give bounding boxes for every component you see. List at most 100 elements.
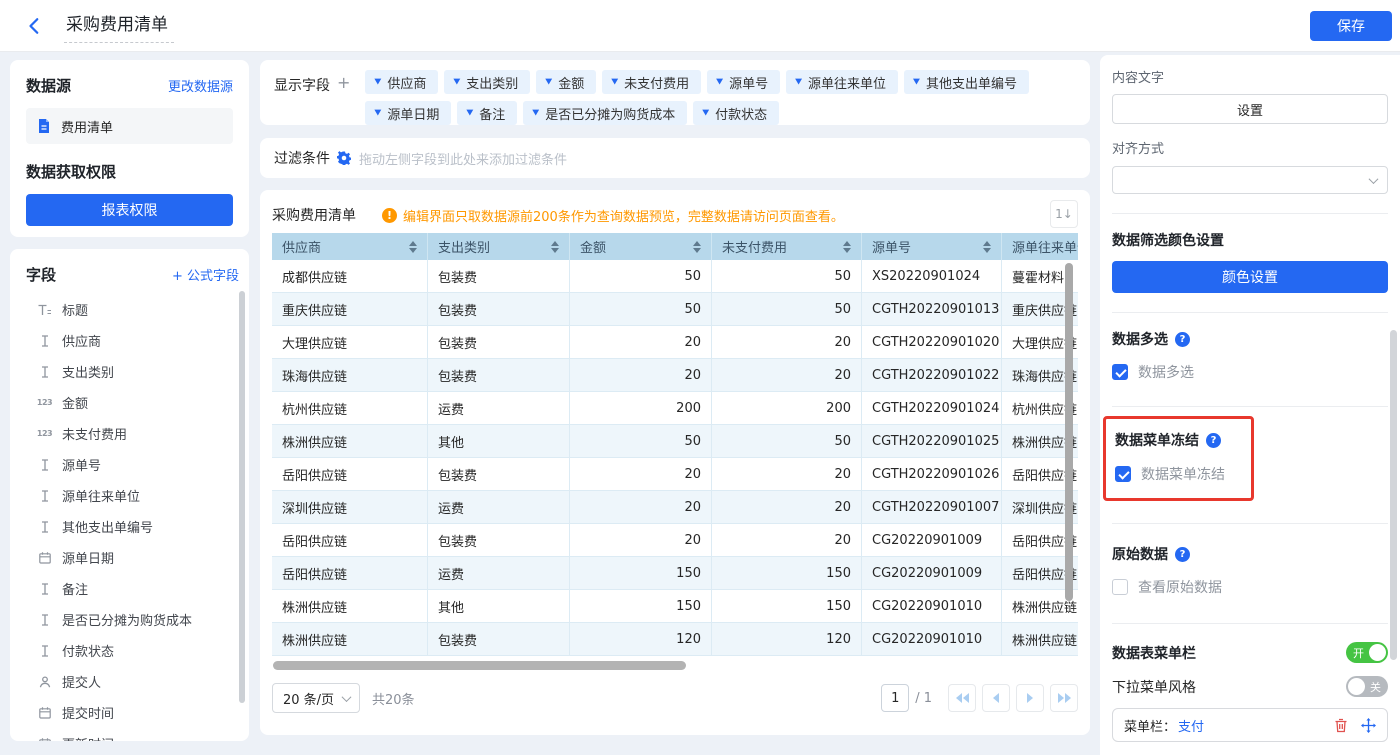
field-item[interactable]: 其他支出单编号 xyxy=(26,511,239,542)
help-icon[interactable]: ? xyxy=(1175,546,1190,562)
caret-down-icon: ▼ xyxy=(611,77,619,87)
table-row[interactable]: 株洲供应链 其他 50 50 CGTH20220901025 株洲供应链 xyxy=(272,425,1078,458)
field-item[interactable]: 更新时间 xyxy=(26,728,239,741)
gear-icon[interactable] xyxy=(337,151,351,165)
menu-bar-toggle[interactable]: 开 xyxy=(1346,642,1388,663)
save-button[interactable]: 保存 xyxy=(1310,10,1392,41)
display-field-chip[interactable]: ▼ 金额 xyxy=(536,70,597,94)
table-row[interactable]: 成都供应链 包装费 50 50 XS20220901024 蔓霍材料 xyxy=(272,260,1078,293)
column-header[interactable]: 供应商 xyxy=(272,233,428,260)
sort-arrows-icon[interactable] xyxy=(975,240,991,253)
field-item[interactable]: 备注 xyxy=(26,573,239,604)
field-item[interactable]: 源单日期 xyxy=(26,542,239,573)
divider xyxy=(1112,623,1388,624)
prev-page-button[interactable] xyxy=(982,684,1010,712)
change-datasource-link[interactable]: 更改数据源 xyxy=(168,76,233,95)
back-icon[interactable] xyxy=(26,17,44,35)
display-field-chip[interactable]: ▼ 是否已分摊为购货成本 xyxy=(523,101,688,125)
menu-freeze-checkbox[interactable] xyxy=(1115,466,1131,482)
help-icon[interactable]: ? xyxy=(1206,432,1221,448)
fields-scrollbar-thumb[interactable] xyxy=(239,291,245,703)
table-cell: CG20220901010 xyxy=(862,590,1002,622)
next-page-button[interactable] xyxy=(1016,684,1044,712)
field-item[interactable]: 源单号 xyxy=(26,449,239,480)
table-horizontal-scrollbar-thumb[interactable] xyxy=(273,661,686,670)
field-item[interactable]: 提交时间 xyxy=(26,697,239,728)
datasource-item[interactable]: 费用清单 xyxy=(26,108,233,144)
field-item[interactable]: 源单往来单位 xyxy=(26,480,239,511)
display-field-chip[interactable]: ▼ 备注 xyxy=(457,101,518,125)
field-item[interactable]: 付款状态 xyxy=(26,635,239,666)
field-item[interactable]: 是否已分摊为购货成本 xyxy=(26,604,239,635)
field-item-label: 标题 xyxy=(62,304,89,319)
display-field-chip[interactable]: ▼ 其他支出单编号 xyxy=(904,70,1029,94)
chip-label: 备注 xyxy=(479,107,506,123)
delete-icon[interactable] xyxy=(1334,718,1348,733)
display-field-chip[interactable]: ▼ 支出类别 xyxy=(444,70,531,94)
table-row[interactable]: 珠海供应链 包装费 20 20 CGTH20220901022 珠海供应链 xyxy=(272,359,1078,392)
numeric-sort-button[interactable]: 1↓ xyxy=(1050,200,1078,228)
content-text-settings-button[interactable]: 设置 xyxy=(1112,94,1388,124)
chip-label: 源单号 xyxy=(729,76,769,92)
align-select[interactable] xyxy=(1112,166,1388,194)
table-row[interactable]: 深圳供应链 运费 20 20 CGTH20220901007 深圳供应链 xyxy=(272,491,1078,524)
sort-arrows-icon[interactable] xyxy=(401,240,417,253)
display-field-chip[interactable]: ▼ 付款状态 xyxy=(693,101,780,125)
report-permission-button[interactable]: 报表权限 xyxy=(26,194,233,226)
field-item-label: 备注 xyxy=(62,583,89,598)
help-icon[interactable]: ? xyxy=(1175,331,1190,347)
page-title[interactable]: 采购费用清单 xyxy=(64,8,174,43)
column-header[interactable]: 支出类别 xyxy=(428,233,570,260)
display-field-chip[interactable]: ▼ 未支付费用 xyxy=(602,70,702,94)
last-page-button[interactable] xyxy=(1050,684,1078,712)
page-size-select[interactable]: 20 条/页 xyxy=(272,683,360,713)
table-row[interactable]: 杭州供应链 运费 200 200 CGTH20220901024 杭州供应链 xyxy=(272,392,1078,425)
fields-card: 字段 + 公式字段 标题 供应商 支出类别 123 金额 123 未支付费用 源… xyxy=(10,249,249,741)
sort-arrows-icon[interactable] xyxy=(685,240,701,253)
dropdown-style-toggle[interactable]: 关 xyxy=(1346,676,1388,697)
table-cell: 20 xyxy=(570,524,712,556)
color-settings-button[interactable]: 颜色设置 xyxy=(1112,261,1388,293)
column-header[interactable]: 未支付费用 xyxy=(712,233,862,260)
field-item[interactable]: 123 未支付费用 xyxy=(26,418,239,449)
menu-item-name[interactable]: 支付 xyxy=(1178,716,1204,735)
panel-scrollbar-thumb[interactable] xyxy=(1390,330,1397,660)
table-row[interactable]: 岳阳供应链 包装费 20 20 CGTH20220901026 岳阳供应链 xyxy=(272,458,1078,491)
sort-arrows-icon[interactable] xyxy=(543,240,559,253)
table-vertical-scrollbar-thumb[interactable] xyxy=(1065,263,1073,601)
add-formula-field-link[interactable]: + 公式字段 xyxy=(172,265,239,284)
chip-label: 源单往来单位 xyxy=(808,76,887,92)
column-header[interactable]: 源单往来单位 xyxy=(1002,233,1078,260)
sort-arrows-icon[interactable] xyxy=(835,240,851,253)
table-row[interactable]: 株洲供应链 包装费 120 120 CG20220901010 株洲供应链 xyxy=(272,623,1078,656)
table-row[interactable]: 岳阳供应链 运费 150 150 CG20220901009 岳阳供应链 xyxy=(272,557,1078,590)
caret-down-icon: ▼ xyxy=(466,108,474,118)
display-field-chip[interactable]: ▼ 源单往来单位 xyxy=(786,70,899,94)
field-item[interactable]: 支出类别 xyxy=(26,356,239,387)
multi-select-checkbox[interactable] xyxy=(1112,364,1128,380)
field-item[interactable]: 标题 xyxy=(26,294,239,325)
column-header[interactable]: 源单号 xyxy=(862,233,1002,260)
table-row[interactable]: 大理供应链 包装费 20 20 CGTH20220901020 大理供应链 xyxy=(272,326,1078,359)
field-item[interactable]: 供应商 xyxy=(26,325,239,356)
table-cell: 包装费 xyxy=(428,260,570,292)
table-row[interactable]: 株洲供应链 其他 150 150 CG20220901010 株洲供应链 xyxy=(272,590,1078,623)
page-number-input[interactable]: 1 xyxy=(881,684,910,712)
table-row[interactable]: 岳阳供应链 包装费 20 20 CG20220901009 岳阳供应链 xyxy=(272,524,1078,557)
field-item[interactable]: 123 金额 xyxy=(26,387,239,418)
menu-freeze-label: 数据菜单冻结 ? xyxy=(1115,430,1225,450)
first-page-button[interactable] xyxy=(948,684,976,712)
display-field-chip[interactable]: ▼ 源单号 xyxy=(707,70,781,94)
display-field-chip[interactable]: ▼ 源单日期 xyxy=(365,101,452,125)
table-cell: 其他 xyxy=(428,590,570,622)
table-cell: 重庆供应链 xyxy=(272,293,428,325)
table-cell: 200 xyxy=(712,392,862,424)
column-header[interactable]: 金额 xyxy=(570,233,712,260)
field-item[interactable]: 提交人 xyxy=(26,666,239,697)
add-display-field-icon[interactable]: + xyxy=(337,70,350,92)
table-row[interactable]: 重庆供应链 包装费 50 50 CGTH20220901013 重庆供应链 xyxy=(272,293,1078,326)
fields-list: 标题 供应商 支出类别 123 金额 123 未支付费用 源单号 源单往来单位 … xyxy=(26,294,239,741)
display-field-chip[interactable]: ▼ 供应商 xyxy=(365,70,439,94)
raw-data-checkbox[interactable] xyxy=(1112,579,1128,595)
move-icon[interactable] xyxy=(1361,717,1376,733)
